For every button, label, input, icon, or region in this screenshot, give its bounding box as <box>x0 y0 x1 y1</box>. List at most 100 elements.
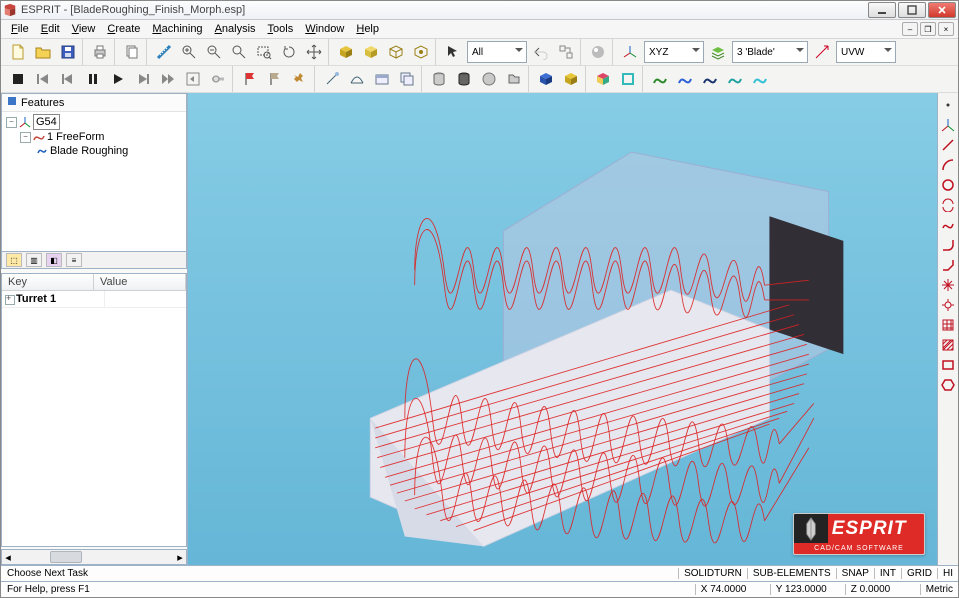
tree-root[interactable]: − G54 <box>4 114 184 130</box>
menu-file[interactable]: File <box>5 22 35 36</box>
properties-col-key[interactable]: Key <box>2 274 94 290</box>
layers-icon[interactable] <box>707 41 729 63</box>
tool-fillet-icon[interactable] <box>940 237 956 253</box>
measure-icon[interactable] <box>153 41 175 63</box>
shade-wire-icon[interactable] <box>385 41 407 63</box>
menu-edit[interactable]: Edit <box>35 22 66 36</box>
minimize-button[interactable] <box>868 2 896 18</box>
sim-pause-icon[interactable] <box>82 68 104 90</box>
tree-tab-1[interactable]: ⬚ <box>6 253 22 267</box>
arrow-to-icon[interactable] <box>811 41 833 63</box>
flag-red-icon[interactable] <box>239 68 261 90</box>
nurbs-navy-icon[interactable] <box>699 68 721 90</box>
tool-arc3-icon[interactable] <box>940 197 956 213</box>
mdi-close[interactable]: × <box>938 22 954 36</box>
mdi-restore[interactable]: ❐ <box>920 22 936 36</box>
save-view-icon[interactable] <box>371 68 393 90</box>
sim-rewind-start-icon[interactable] <box>32 68 54 90</box>
nurbs-teal-icon[interactable] <box>724 68 746 90</box>
workplane-dropdown[interactable]: XYZ <box>644 41 704 63</box>
sim-step-fwd-icon[interactable] <box>132 68 154 90</box>
property-row[interactable]: Turret 1 <box>2 291 186 308</box>
surface-icon[interactable] <box>346 68 368 90</box>
sphere-grey-icon[interactable] <box>478 68 500 90</box>
face-color-icon[interactable] <box>592 68 614 90</box>
layer-dropdown[interactable]: 3 'Blade' <box>732 41 808 63</box>
menu-window[interactable]: Window <box>299 22 350 36</box>
copy-icon[interactable] <box>121 41 143 63</box>
tool-star-point-icon[interactable] <box>940 277 956 293</box>
maximize-button[interactable] <box>898 2 926 18</box>
tool-snap-icon[interactable] <box>940 297 956 313</box>
sim-stop-icon[interactable] <box>7 68 29 90</box>
flag-dim-icon[interactable] <box>264 68 286 90</box>
tool-line-icon[interactable] <box>940 137 956 153</box>
window-stack-icon[interactable] <box>396 68 418 90</box>
grouping-icon[interactable] <box>555 41 577 63</box>
close-button[interactable] <box>928 2 956 18</box>
status-solidturn[interactable]: SOLIDTURN <box>678 568 747 579</box>
scrollbar-thumb[interactable] <box>50 551 82 563</box>
feature-tree-body[interactable]: − G54 − 1 FreeForm Blade Roughing <box>2 112 186 251</box>
expander-minus-icon[interactable]: − <box>20 132 31 143</box>
menu-tools[interactable]: Tools <box>262 22 300 36</box>
tool-spline-icon[interactable] <box>940 217 956 233</box>
uvw-dropdown[interactable]: UVW <box>836 41 896 63</box>
tool-arc-icon[interactable] <box>940 157 956 173</box>
sim-loop-icon[interactable] <box>182 68 204 90</box>
menu-view[interactable]: View <box>66 22 102 36</box>
status-grid[interactable]: GRID <box>901 568 937 579</box>
status-snap[interactable]: SNAP <box>836 568 874 579</box>
status-int[interactable]: INT <box>874 568 901 579</box>
selection-filter-dropdown[interactable]: All <box>467 41 527 63</box>
shade-solid-icon[interactable] <box>335 41 357 63</box>
pan-icon[interactable] <box>303 41 325 63</box>
open-file-icon[interactable] <box>32 41 54 63</box>
sim-slider-icon[interactable] <box>207 68 229 90</box>
tree-node-freeform[interactable]: − 1 FreeForm <box>18 130 184 144</box>
tool-point-icon[interactable] <box>940 97 956 113</box>
expander-minus-icon[interactable]: − <box>6 117 17 128</box>
properties-col-value[interactable]: Value <box>94 274 186 290</box>
mdi-minimize[interactable]: – <box>902 22 918 36</box>
menu-help[interactable]: Help <box>350 22 385 36</box>
stock-dark-icon[interactable] <box>453 68 475 90</box>
sphere-render-icon[interactable] <box>587 41 609 63</box>
status-subelements[interactable]: SUB-ELEMENTS <box>747 568 836 579</box>
tree-tab-3[interactable]: ◧ <box>46 253 62 267</box>
tool-hatch-icon[interactable] <box>940 337 956 353</box>
zoom-out-icon[interactable] <box>203 41 225 63</box>
sim-fast-fwd-icon[interactable] <box>157 68 179 90</box>
axis-icon[interactable] <box>619 41 641 63</box>
select-arrow-icon[interactable] <box>442 41 464 63</box>
zoom-window-icon[interactable] <box>253 41 275 63</box>
pin-icon[interactable] <box>289 68 311 90</box>
nurbs-blue-icon[interactable] <box>674 68 696 90</box>
tool-hexagon-icon[interactable] <box>940 377 956 393</box>
nurbs-cyan-icon[interactable] <box>749 68 771 90</box>
print-icon[interactable] <box>89 41 111 63</box>
shade-solid2-icon[interactable] <box>360 41 382 63</box>
zoom-fit-icon[interactable] <box>228 41 250 63</box>
sim-step-back-icon[interactable] <box>57 68 79 90</box>
menu-machining[interactable]: Machining <box>146 22 208 36</box>
tool-chamfer-icon[interactable] <box>940 257 956 273</box>
solid-blue-icon[interactable] <box>535 68 557 90</box>
edge-color-icon[interactable] <box>617 68 639 90</box>
status-hi[interactable]: HI <box>937 568 958 579</box>
tree-tab-4[interactable]: ≡ <box>66 253 82 267</box>
menu-analysis[interactable]: Analysis <box>209 22 262 36</box>
tree-node-blade-roughing[interactable]: Blade Roughing <box>34 144 184 158</box>
tool-circle-icon[interactable] <box>940 177 956 193</box>
zoom-in-icon[interactable] <box>178 41 200 63</box>
stock-cylinder-icon[interactable] <box>428 68 450 90</box>
solid-yellow-icon[interactable] <box>560 68 582 90</box>
3d-viewport[interactable]: ESPRIT CAD/CAM SOFTWARE <box>188 93 937 565</box>
undo-icon[interactable] <box>530 41 552 63</box>
stock-section-icon[interactable] <box>503 68 525 90</box>
left-scrollbar[interactable]: ◂ ▸ <box>1 549 187 565</box>
sim-play-icon[interactable] <box>107 68 129 90</box>
tool-axis-icon[interactable] <box>940 117 956 133</box>
tool-grid-icon[interactable] <box>940 317 956 333</box>
menu-create[interactable]: Create <box>101 22 146 36</box>
